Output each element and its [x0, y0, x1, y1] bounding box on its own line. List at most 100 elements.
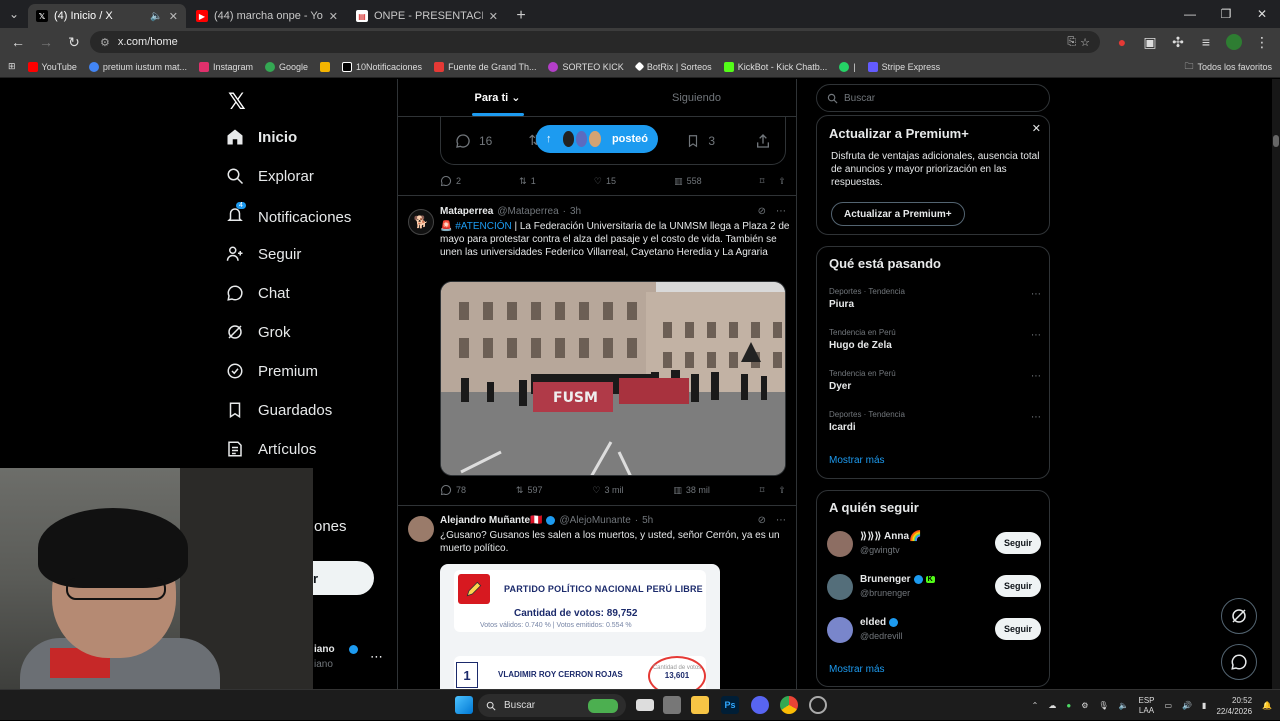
new-tab-button[interactable]: +	[508, 4, 534, 28]
site-info-icon[interactable]: ⚙	[100, 36, 110, 49]
follow-button[interactable]: Seguir	[994, 532, 1041, 554]
author-handle[interactable]: @AlejoMunante	[559, 515, 630, 526]
reply-button[interactable]: 2	[440, 175, 461, 187]
author-name[interactable]: Alejandro Muñante🇵🇪	[440, 515, 542, 526]
minimize-icon[interactable]: —	[1172, 0, 1208, 28]
install-icon[interactable]: ⎘	[1067, 36, 1076, 49]
maximize-icon[interactable]: ❐	[1208, 0, 1244, 28]
tab-x-home[interactable]: 𝕏 (4) Inicio / X 🔈 ✕	[28, 4, 186, 28]
photoshop-icon[interactable]: Ps	[721, 696, 739, 714]
nav-item-partial[interactable]: ones	[314, 518, 347, 535]
tab-siguiendo[interactable]: Siguiendo	[597, 79, 796, 116]
all-bookmarks-folder[interactable]: 🗀 Todos los favoritos	[1184, 59, 1272, 75]
avatar[interactable]: 🐕	[408, 209, 434, 235]
trend-item[interactable]: Deportes · Tendencia Piura ⋯	[829, 287, 1041, 310]
clock[interactable]: 20:52 22/4/2026	[1216, 695, 1252, 717]
bookmark-icon[interactable]: ⌑	[760, 485, 765, 496]
trend-item[interactable]: Tendencia en Perú Dyer ⋯	[829, 369, 1041, 392]
close-tab-icon[interactable]: ✕	[489, 10, 498, 23]
grok-icon[interactable]: ⊘	[758, 515, 766, 526]
follow-suggestion[interactable]: Brunenger K @brunenger Seguir	[827, 572, 1041, 604]
messages-fab-button[interactable]	[1221, 644, 1257, 680]
nav-item-chat[interactable]: Chat	[226, 284, 290, 302]
bookmark-youtube[interactable]: YouTube	[27, 61, 77, 72]
scrollbar-thumb[interactable]	[1273, 135, 1279, 147]
bookmark-fuente-grand-theft[interactable]: Fuente de Grand Th...	[434, 61, 536, 72]
show-more-follow-link[interactable]: Mostrar más	[829, 664, 885, 675]
app-icon[interactable]	[809, 696, 827, 714]
extension-icon[interactable]: ▣	[1138, 30, 1162, 54]
speaker-icon[interactable]: 🔈	[1119, 701, 1129, 710]
tab-onpe[interactable]: ▤ ONPE - PRESENTACIÓN DE RES ✕	[348, 4, 506, 28]
new-posts-pill[interactable]: ↑ posteó	[536, 125, 658, 153]
repost-button[interactable]: ⇅ 597	[516, 485, 543, 496]
profile-avatar[interactable]	[1222, 30, 1246, 54]
nav-item-premium[interactable]: Premium	[226, 362, 318, 380]
back-icon[interactable]: ←	[6, 30, 30, 54]
app-tray-icon[interactable]: ●	[1066, 701, 1071, 710]
speaker-icon[interactable]: 🔈	[150, 11, 162, 22]
taskbar-search-input[interactable]: Buscar	[478, 694, 626, 717]
tab-para-ti[interactable]: Para ti ⌄	[398, 79, 597, 116]
bookmark-pretium[interactable]: pretium iustum mat...	[88, 61, 187, 72]
upgrade-premium-button[interactable]: Actualizar a Premium+	[831, 202, 965, 226]
more-icon[interactable]: ⋯	[1031, 330, 1041, 341]
follow-button[interactable]: Seguir	[994, 618, 1041, 640]
follow-button[interactable]: Seguir	[994, 575, 1041, 597]
extension-red-icon[interactable]: ●	[1110, 30, 1134, 54]
address-bar[interactable]: ⚙ x.com/home ⎘ ☆	[90, 31, 1100, 53]
close-tab-icon[interactable]: ✕	[169, 10, 178, 23]
close-window-icon[interactable]: ✕	[1244, 0, 1280, 28]
repost-button[interactable]: ⇅ 1	[519, 176, 536, 187]
share-icon[interactable]	[755, 133, 771, 149]
task-view-icon[interactable]	[636, 699, 654, 711]
puzzle-icon[interactable]: ✣	[1166, 30, 1190, 54]
bookmark-instagram[interactable]: Instagram	[198, 61, 253, 72]
notifications-bell-icon[interactable]: 🔔	[1262, 701, 1272, 710]
quoted-reply[interactable]: 16	[455, 133, 492, 149]
chrome-icon[interactable]	[780, 696, 798, 714]
bookmark-google[interactable]: Google	[264, 61, 308, 72]
nav-item-explorar[interactable]: Explorar	[226, 167, 314, 185]
grok-icon[interactable]: ⊘	[758, 206, 766, 217]
nav-item-seguir[interactable]: Seguir	[226, 245, 301, 263]
bookmark-whatsapp[interactable]: |	[839, 61, 856, 72]
tweet-media-image[interactable]: PARTIDO POLÍTICO NACIONAL PERÚ LIBRE Can…	[440, 564, 720, 689]
star-icon[interactable]: ☆	[1080, 36, 1090, 49]
follow-suggestion[interactable]: elded @dedrevill Seguir	[827, 615, 1041, 647]
trend-item[interactable]: Tendencia en Perú Hugo de Zela ⋯	[829, 328, 1041, 351]
more-icon[interactable]: ⋯	[776, 206, 786, 217]
hashtag-link[interactable]: 🚨 #ATENCIÓN	[440, 221, 512, 232]
network-icon[interactable]: ▭	[1165, 701, 1173, 710]
like-button[interactable]: ♡ 15	[594, 176, 616, 187]
discord-icon[interactable]	[751, 696, 769, 714]
more-icon[interactable]: ⋯	[1031, 371, 1041, 382]
gear-icon[interactable]: ⚙	[1081, 701, 1088, 710]
bookmark-sorteo-kick[interactable]: SORTEO KICK	[548, 61, 624, 72]
bookmark-botrix[interactable]: BotRix | Sorteos	[634, 62, 712, 72]
microphone-icon[interactable]: 🎙	[1098, 701, 1108, 710]
show-more-trends-link[interactable]: Mostrar más	[829, 455, 885, 466]
nav-item-inicio[interactable]: Inicio	[226, 128, 297, 146]
page-scrollbar[interactable]	[1272, 79, 1280, 689]
media-icon[interactable]: ≡	[1194, 30, 1218, 54]
tweet-time[interactable]: 5h	[642, 515, 653, 526]
avatar[interactable]	[408, 516, 434, 542]
more-icon[interactable]: ⋯	[776, 515, 786, 526]
follow-suggestion[interactable]: ⟫⟫⟫ Anna🌈 @gwingtv Seguir	[827, 529, 1041, 561]
forward-icon[interactable]: →	[34, 30, 58, 54]
language-indicator[interactable]: ESP LAA	[1138, 696, 1154, 716]
app-icon[interactable]	[663, 696, 681, 714]
share-icon[interactable]: ⇪	[778, 485, 786, 496]
grok-fab-button[interactable]	[1221, 598, 1257, 634]
cloud-icon[interactable]: ☁	[1048, 701, 1056, 710]
bookmark-pinwheel[interactable]	[320, 61, 331, 72]
nav-item-notificaciones[interactable]: 4 Notificaciones	[226, 202, 351, 228]
reload-icon[interactable]: ↻	[62, 30, 86, 54]
author-handle[interactable]: @Mataperrea	[497, 206, 558, 217]
author-name[interactable]: Mataperrea	[440, 206, 493, 217]
tab-youtube[interactable]: ▶ (44) marcha onpe - YouTube ✕	[188, 4, 346, 28]
tweet-media-photo[interactable]: FUSM	[440, 281, 786, 476]
bookmark-icon[interactable]: ⌑	[760, 176, 765, 187]
close-icon[interactable]: ✕	[1032, 122, 1041, 135]
